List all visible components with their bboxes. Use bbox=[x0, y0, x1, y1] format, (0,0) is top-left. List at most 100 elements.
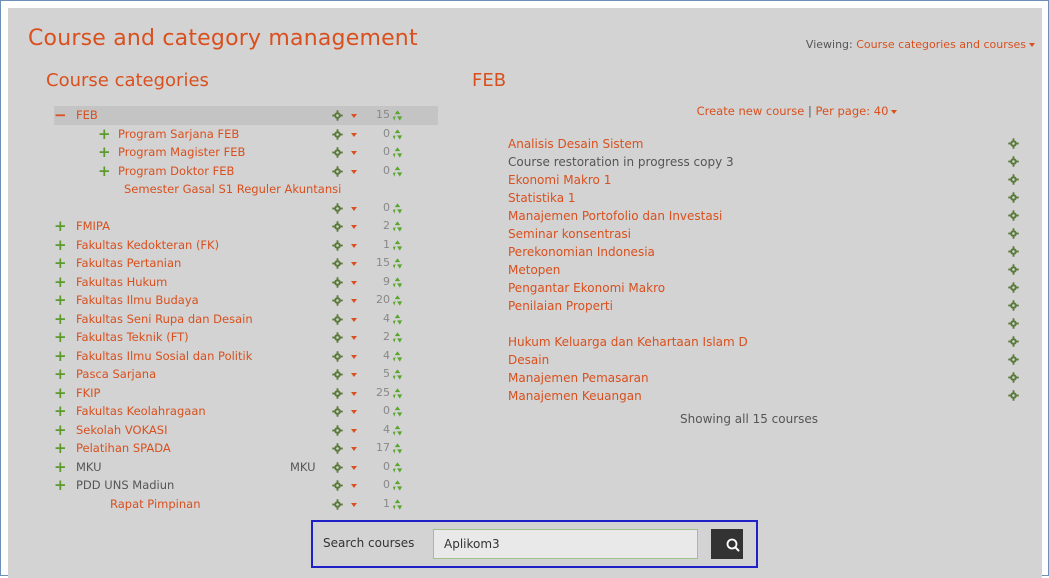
course-name[interactable]: Manajemen Pemasaran bbox=[508, 371, 649, 385]
category-name[interactable]: FKIP bbox=[76, 384, 100, 403]
expand-icon[interactable]: + bbox=[98, 162, 120, 181]
category-row[interactable]: + Fakultas Ilmu Budaya 20 bbox=[54, 291, 438, 310]
gear-icon[interactable] bbox=[332, 461, 343, 473]
category-row[interactable]: + MKU MKU 0 bbox=[54, 458, 438, 477]
chevron-down-icon[interactable] bbox=[351, 280, 357, 285]
gear-icon[interactable] bbox=[332, 387, 343, 399]
category-name[interactable]: Semester Gasal S1 Reguler Akuntansi bbox=[124, 180, 341, 199]
course-row[interactable]: Statistika 1 bbox=[508, 189, 1023, 207]
category-row[interactable]: Semester Gasal S1 Reguler Akuntansi bbox=[54, 180, 438, 199]
expand-icon[interactable]: + bbox=[54, 458, 76, 477]
gear-icon[interactable] bbox=[332, 369, 343, 380]
course-row[interactable]: Seminar konsentrasi bbox=[508, 225, 1023, 243]
category-row[interactable]: + Fakultas Ilmu Sosial dan Politik 4 bbox=[54, 347, 438, 366]
gear-icon[interactable] bbox=[332, 128, 343, 140]
course-row[interactable]: Pengantar Ekonomi Makro bbox=[508, 279, 1023, 297]
gear-icon[interactable] bbox=[1008, 192, 1019, 203]
gear-icon[interactable] bbox=[332, 239, 343, 251]
category-name[interactable]: FEB bbox=[76, 106, 98, 125]
category-name[interactable]: Fakultas Seni Rupa dan Desain bbox=[76, 310, 253, 329]
gear-icon[interactable] bbox=[332, 443, 343, 454]
collapse-icon[interactable]: − bbox=[54, 106, 76, 125]
course-row[interactable]: Ekonomi Makro 1 bbox=[508, 171, 1023, 189]
chevron-down-icon[interactable] bbox=[351, 151, 357, 155]
gear-icon[interactable] bbox=[332, 295, 343, 306]
course-name[interactable]: Manajemen Keuangan bbox=[508, 389, 642, 403]
gear-icon[interactable] bbox=[332, 110, 343, 121]
category-name[interactable]: Pelatihan SPADA bbox=[76, 439, 171, 458]
course-name[interactable]: Pengantar Ekonomi Makro bbox=[508, 281, 665, 295]
course-row[interactable]: Metopen bbox=[508, 261, 1023, 279]
course-row[interactable]: Manajemen Portofolio dan Investasi bbox=[508, 207, 1023, 225]
chevron-down-icon[interactable] bbox=[351, 225, 357, 229]
gear-icon[interactable] bbox=[332, 147, 343, 158]
category-row[interactable]: − FEB 15 bbox=[54, 106, 438, 125]
category-name[interactable]: Fakultas Teknik (FT) bbox=[76, 328, 189, 347]
gear-icon[interactable] bbox=[332, 332, 343, 343]
category-name[interactable]: Fakultas Keolahragaan bbox=[76, 402, 206, 421]
chevron-down-icon[interactable] bbox=[1029, 43, 1035, 47]
search-button[interactable] bbox=[711, 529, 743, 559]
chevron-down-icon[interactable] bbox=[351, 169, 357, 174]
gear-icon[interactable] bbox=[1008, 336, 1019, 347]
category-name[interactable]: Program Magister FEB bbox=[118, 143, 245, 162]
course-row[interactable] bbox=[508, 315, 1023, 333]
course-name[interactable]: Analisis Desain Sistem bbox=[508, 137, 643, 151]
expand-icon[interactable]: + bbox=[54, 328, 76, 347]
gear-icon[interactable] bbox=[332, 480, 343, 491]
gear-icon[interactable] bbox=[332, 424, 343, 436]
category-name[interactable]: Fakultas Hukum bbox=[76, 273, 167, 292]
gear-icon[interactable] bbox=[332, 221, 343, 232]
course-row[interactable]: Analisis Desain Sistem bbox=[508, 135, 1023, 153]
course-row[interactable]: Manajemen Pemasaran bbox=[508, 369, 1023, 387]
search-input[interactable] bbox=[433, 529, 698, 559]
course-row[interactable]: Perekonomian Indonesia bbox=[508, 243, 1023, 261]
course-row[interactable]: Hukum Keluarga dan Kehartaan Islam D bbox=[508, 333, 1023, 351]
expand-icon[interactable]: + bbox=[54, 402, 76, 421]
expand-icon[interactable]: + bbox=[98, 143, 120, 162]
per-page-selector[interactable]: Per page: 40 bbox=[816, 104, 889, 118]
category-name[interactable]: Rapat Pimpinan bbox=[110, 495, 201, 514]
category-row[interactable]: + Fakultas Pertanian 15 bbox=[54, 254, 438, 273]
course-row[interactable]: Penilaian Properti bbox=[508, 297, 1023, 315]
course-row[interactable]: Desain bbox=[508, 351, 1023, 369]
category-row[interactable]: + Fakultas Keolahragaan 0 bbox=[54, 402, 438, 421]
gear-icon[interactable] bbox=[1008, 264, 1019, 275]
course-name[interactable]: Statistika 1 bbox=[508, 191, 576, 205]
course-name[interactable]: Hukum Keluarga dan Kehartaan Islam D bbox=[508, 335, 748, 349]
category-name[interactable]: Sekolah VOKASI bbox=[76, 421, 167, 440]
expand-icon[interactable]: + bbox=[54, 236, 76, 255]
gear-icon[interactable] bbox=[1008, 300, 1019, 311]
gear-icon[interactable] bbox=[332, 350, 343, 362]
gear-icon[interactable] bbox=[1008, 282, 1019, 293]
expand-icon[interactable]: + bbox=[54, 254, 76, 273]
category-row[interactable]: + Sekolah VOKASI 4 bbox=[54, 421, 438, 440]
chevron-down-icon[interactable] bbox=[351, 243, 357, 248]
expand-icon[interactable]: + bbox=[54, 421, 76, 440]
chevron-down-icon[interactable] bbox=[351, 447, 357, 451]
gear-icon[interactable] bbox=[332, 258, 343, 269]
category-name[interactable]: MKU bbox=[76, 458, 102, 477]
category-name[interactable]: Pasca Sarjana bbox=[76, 365, 156, 384]
chevron-down-icon[interactable] bbox=[351, 336, 357, 340]
viewing-selector[interactable]: Viewing: Course categories and courses bbox=[806, 38, 1035, 51]
chevron-down-icon[interactable] bbox=[351, 373, 357, 377]
category-row[interactable]: + PDD UNS Madiun 0 bbox=[54, 476, 438, 495]
expand-icon[interactable]: + bbox=[54, 310, 76, 329]
expand-icon[interactable]: + bbox=[54, 439, 76, 458]
gear-icon[interactable] bbox=[332, 313, 343, 325]
category-name[interactable]: Program Sarjana FEB bbox=[118, 125, 239, 144]
gear-icon[interactable] bbox=[332, 202, 343, 214]
category-row[interactable]: + Program Magister FEB 0 bbox=[54, 143, 438, 162]
chevron-down-icon[interactable] bbox=[351, 428, 357, 433]
course-name[interactable]: Ekonomi Makro 1 bbox=[508, 173, 611, 187]
category-name[interactable]: Fakultas Pertanian bbox=[76, 254, 181, 273]
course-row[interactable]: Course restoration in progress copy 3 bbox=[508, 153, 1023, 171]
chevron-down-icon[interactable] bbox=[351, 132, 357, 137]
gear-icon[interactable] bbox=[1008, 174, 1019, 185]
chevron-down-icon[interactable] bbox=[351, 465, 357, 470]
chevron-down-icon[interactable] bbox=[351, 317, 357, 322]
chevron-down-icon[interactable] bbox=[351, 262, 357, 266]
category-name[interactable]: PDD UNS Madiun bbox=[76, 476, 174, 495]
category-name[interactable]: Fakultas Ilmu Budaya bbox=[76, 291, 199, 310]
